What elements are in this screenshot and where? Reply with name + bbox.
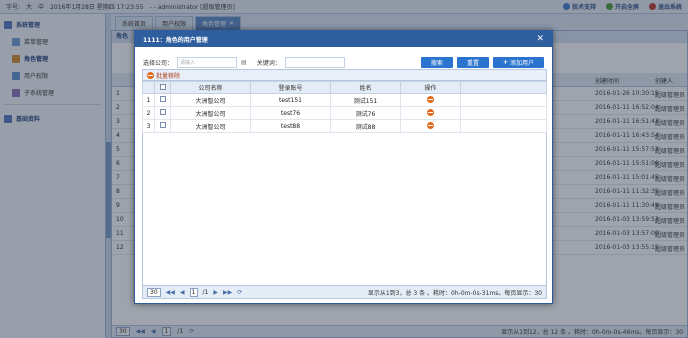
company-input[interactable]: 请输入 (177, 56, 238, 68)
batch-toolbar: 批量移除 (142, 69, 547, 81)
remove-icon (147, 71, 154, 79)
action-cell (400, 106, 461, 120)
page-input[interactable]: 1 (189, 287, 198, 297)
dialog-title: 1111：角色的用户管理 (143, 36, 208, 44)
dialog-header: 1111：角色的用户管理 ✕ (135, 31, 552, 47)
company-cell: 大洲智公司 (170, 119, 251, 133)
users-table: 公司名称 登录账号 姓名 操作 1 大洲智公司 test151 测试151 2 大洲智公司… (142, 81, 547, 133)
company-label: 选择公司： (143, 59, 174, 67)
account-cell: test76 (250, 106, 331, 120)
col-company: 公司名称 (170, 81, 251, 94)
next-page-button[interactable]: ▶ (213, 289, 218, 296)
plus-icon: + (502, 58, 508, 66)
company-cell: 大洲智公司 (170, 93, 251, 107)
name-cell: 测试151 (330, 93, 401, 107)
keyword-label: 关键词： (256, 59, 281, 67)
col-spacer (460, 81, 547, 94)
refresh-icon[interactable]: ⟳ (237, 289, 242, 296)
spacer-cell (460, 119, 547, 133)
name-cell: 测试88 (330, 119, 401, 133)
select-all-checkbox[interactable] (159, 83, 166, 90)
batch-remove-button[interactable]: 批量移除 (156, 71, 180, 80)
account-cell: test151 (250, 93, 331, 107)
remove-user-icon[interactable] (427, 108, 434, 116)
table-row[interactable]: 3 大洲智公司 test88 测试88 (142, 119, 547, 133)
page-size-select[interactable]: 30 (147, 287, 161, 297)
table-header: 公司名称 登录账号 姓名 操作 (142, 81, 547, 94)
add-user-button[interactable]: + 添加用户 (492, 56, 544, 68)
row-checkbox[interactable] (159, 96, 166, 102)
col-account: 登录账号 (250, 81, 331, 94)
action-cell (400, 93, 461, 107)
col-action: 操作 (400, 81, 461, 94)
col-select-all[interactable] (154, 81, 171, 94)
keyword-input[interactable] (284, 56, 345, 68)
spacer-cell (460, 106, 547, 120)
reset-button[interactable]: 重置 (456, 56, 489, 68)
search-button[interactable]: 搜索 (420, 56, 453, 68)
table-row[interactable]: 2 大洲智公司 test76 测试76 (142, 106, 547, 120)
dialog-pager: 30 ◀◀ ◀ 1 /1 ▶ ▶▶ ⟳ 显示从1到3，总 3 条 。耗时：0h-… (142, 285, 547, 299)
remove-user-icon[interactable] (427, 95, 434, 103)
row-checkbox[interactable] (159, 122, 166, 128)
row-checkbox[interactable] (159, 109, 166, 115)
pager-info: 显示从1到3，总 3 条 。耗时：0h-0m-0s-31ms。每页显示：30 (367, 289, 542, 297)
row-number: 1 (142, 93, 155, 107)
first-page-button[interactable]: ◀◀ (166, 289, 175, 296)
account-cell: test88 (250, 119, 331, 133)
spacer-cell (460, 93, 547, 107)
table-row[interactable]: 1 大洲智公司 test151 测试151 (142, 93, 547, 107)
role-users-dialog: 1111：角色的用户管理 ✕ 选择公司： 请输入 ▤ 关键词： 搜索 重置 + 添… (134, 30, 553, 304)
row-select[interactable] (154, 106, 171, 120)
action-cell (400, 119, 461, 133)
prev-page-button[interactable]: ◀ (180, 289, 185, 296)
row-select[interactable] (154, 93, 171, 107)
col-index (142, 81, 155, 94)
company-cell: 大洲智公司 (170, 106, 251, 120)
total-pages: /1 (202, 288, 209, 296)
col-name: 姓名 (330, 81, 401, 94)
remove-user-icon[interactable] (427, 121, 434, 129)
row-select[interactable] (154, 119, 171, 133)
last-page-button[interactable]: ▶▶ (223, 289, 232, 296)
row-number: 3 (142, 119, 155, 133)
close-icon[interactable]: ✕ (536, 34, 544, 44)
row-number: 2 (142, 106, 155, 120)
company-picker-icon[interactable]: ▤ (241, 59, 247, 66)
name-cell: 测试76 (330, 106, 401, 120)
